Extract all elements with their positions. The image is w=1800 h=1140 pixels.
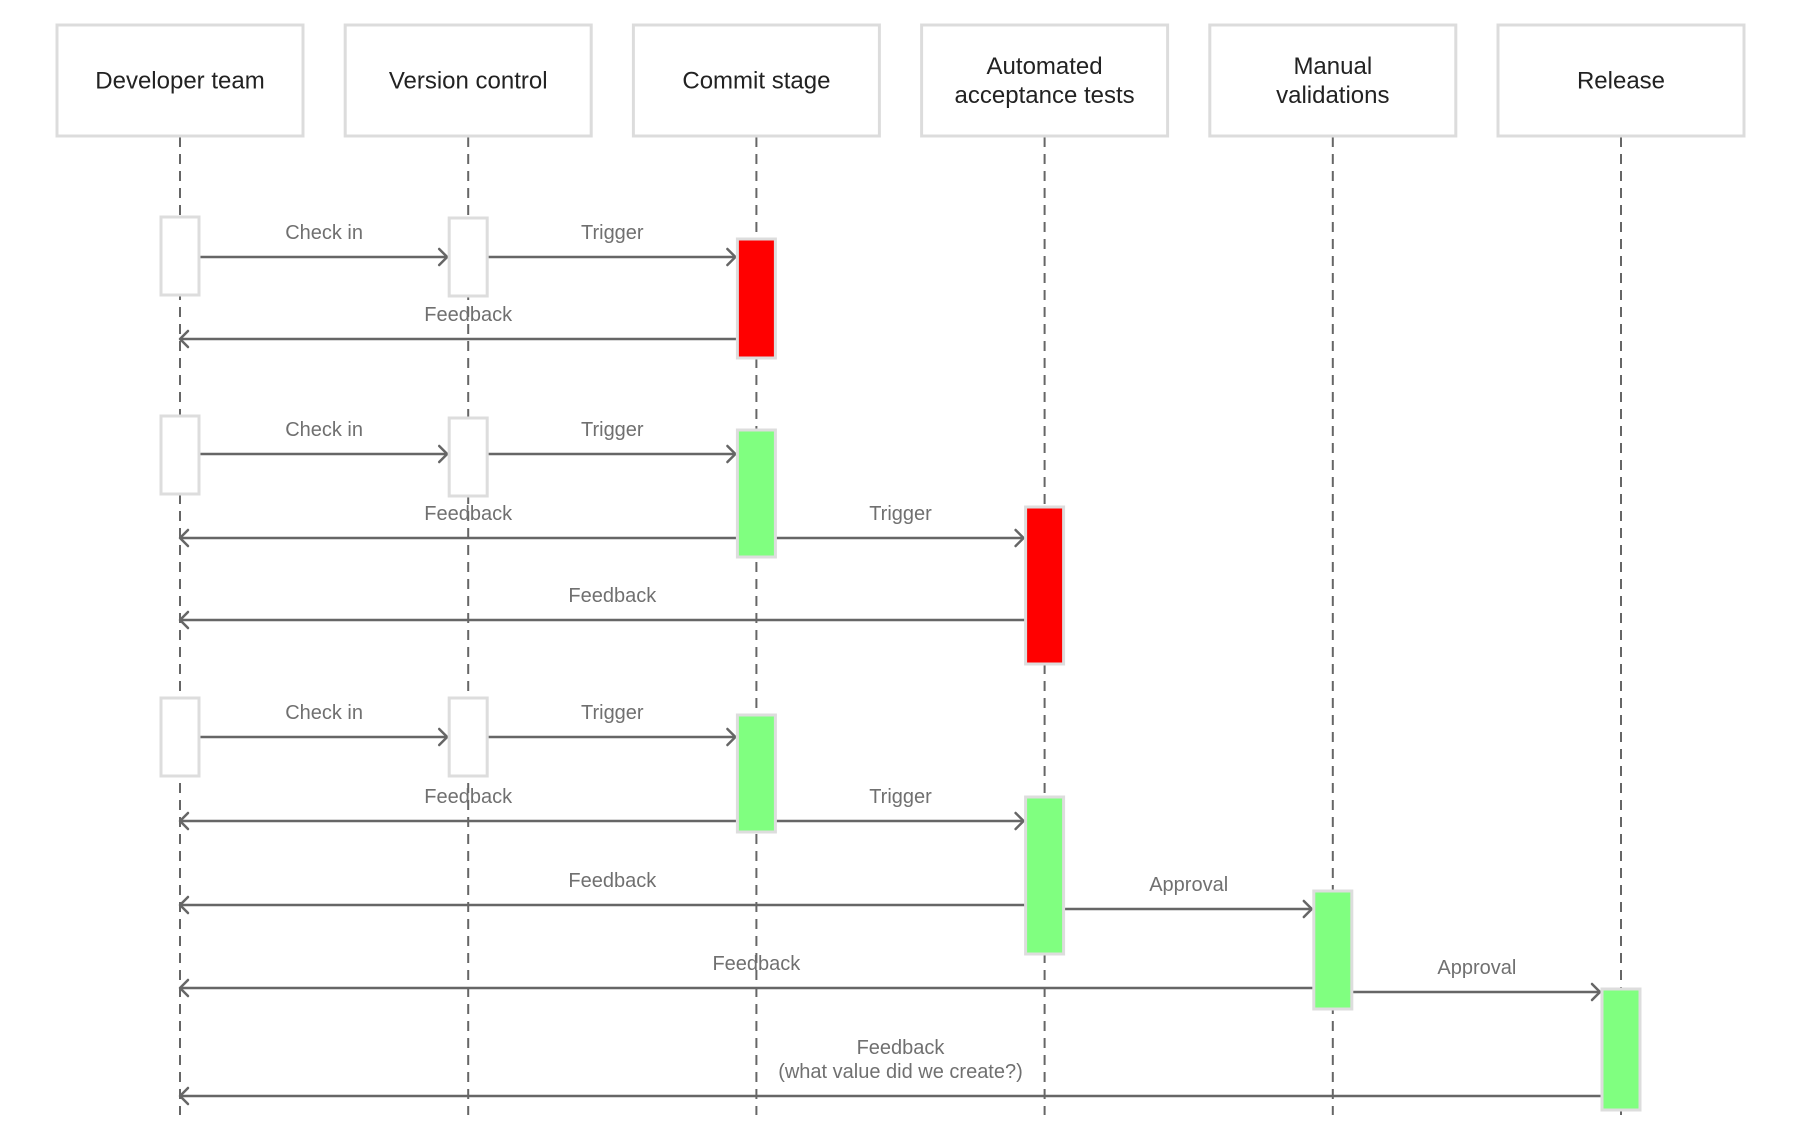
actor-release: Release [1496, 23, 1746, 138]
actor-label-mv: Manual [1293, 53, 1372, 80]
activation-vc-neutral [447, 416, 489, 498]
message-label: Feedback [424, 786, 513, 808]
activation-commit-fail [735, 237, 777, 360]
actor-dev: Developer team [55, 23, 305, 138]
actor-label-vc: Version control [389, 68, 548, 95]
message-aat-to-dev: Feedback [178, 585, 1026, 630]
actor-box-aat [920, 23, 1170, 138]
message-label: Feedback [712, 953, 801, 975]
message-label: Trigger [581, 419, 644, 441]
message-commit-to-aat: Trigger [775, 786, 1025, 831]
actor-aat: Automatedacceptance tests [920, 23, 1170, 138]
actor-label-aat: acceptance tests [955, 82, 1135, 109]
message-label: Trigger [581, 702, 644, 724]
message-label: Check in [285, 419, 363, 441]
activation-vc-neutral [447, 696, 489, 778]
activation-vc-neutral [447, 216, 489, 298]
message-label: Trigger [869, 503, 932, 525]
message-dev-to-vc: Check in [199, 702, 449, 747]
message-mv-to-dev: Feedback [178, 953, 1314, 998]
activation-commit-pass [735, 428, 777, 559]
message-commit-to-dev: Feedback [178, 304, 738, 349]
activation-dev-neutral [159, 215, 201, 297]
actor-commit: Commit stage [631, 23, 881, 138]
activation-aat-pass [1024, 795, 1066, 956]
deployment-pipeline-sequence-diagram: Developer team Version control Commit stag… [55, 23, 1746, 1115]
message-label: Check in [285, 222, 363, 244]
activation-aat-fail [1024, 505, 1066, 666]
lifelines [179, 137, 1622, 1115]
message-aat-to-mv: Approval [1063, 874, 1314, 919]
message-label: Feedback [424, 503, 513, 525]
message-label: Feedback [424, 304, 513, 326]
message-dev-to-vc: Check in [199, 222, 449, 267]
message-label: Feedback [568, 585, 657, 607]
message-label: Approval [1437, 957, 1516, 979]
message-label: Approval [1149, 874, 1228, 896]
activation-mv-pass [1312, 889, 1354, 1011]
message-label: Trigger [869, 786, 932, 808]
actor-label-commit: Commit stage [682, 68, 830, 95]
message-commit-to-dev: Feedback [178, 786, 738, 831]
message-label: Feedback [568, 870, 657, 892]
actor-vc: Version control [343, 23, 593, 138]
message-dev-to-vc: Check in [199, 419, 449, 464]
actor-label-aat: Automated [987, 53, 1103, 80]
message-aat-to-dev: Feedback [178, 870, 1026, 915]
activations [159, 215, 1642, 1112]
actor-label-release: Release [1577, 68, 1665, 95]
message-mv-to-release: Approval [1351, 957, 1602, 1002]
message-label: Trigger [581, 222, 644, 244]
actors: Developer team Version control Commit stag… [55, 23, 1746, 138]
message-label: (what value did we create?) [778, 1061, 1023, 1083]
message-label: Feedback [857, 1037, 946, 1059]
message-vc-to-commit: Trigger [487, 702, 737, 747]
message-vc-to-commit: Trigger [487, 222, 737, 267]
actor-label-mv: validations [1276, 82, 1389, 109]
message-label: Check in [285, 702, 363, 724]
activation-dev-neutral [159, 414, 201, 496]
actor-mv: Manualvalidations [1208, 23, 1458, 138]
actor-label-dev: Developer team [95, 68, 264, 95]
message-commit-to-dev: Feedback [178, 503, 738, 548]
message-release-to-dev: Feedback(what value did we create?) [178, 1037, 1602, 1106]
activation-release-pass [1600, 987, 1642, 1112]
message-commit-to-aat: Trigger [775, 503, 1025, 548]
activation-commit-pass [735, 713, 777, 834]
actor-box-mv [1208, 23, 1458, 138]
activation-dev-neutral [159, 696, 201, 778]
message-vc-to-commit: Trigger [487, 419, 737, 464]
messages: Check in Trigger Feedback Check in Trigger Fe… [178, 222, 1602, 1106]
